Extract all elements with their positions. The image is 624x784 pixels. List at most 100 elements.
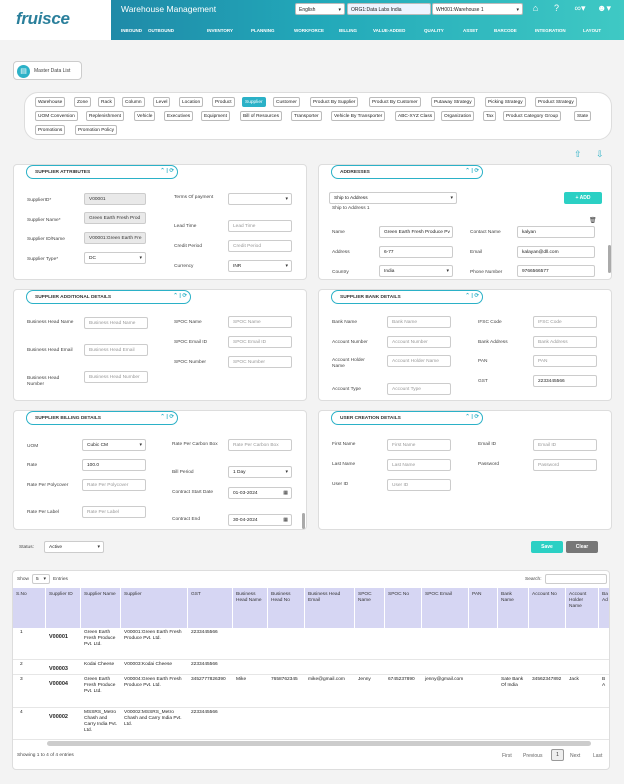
supplier-id-name-field[interactable]: V00001:Green Earth Fre bbox=[84, 232, 146, 244]
pagination-page-1[interactable]: 1 bbox=[551, 749, 564, 761]
tab-tax[interactable]: Tax bbox=[483, 111, 497, 121]
pagination-next[interactable]: Next bbox=[570, 753, 580, 759]
polycover-input[interactable]: Rate Per Polycover bbox=[82, 479, 146, 491]
bh-name-input[interactable]: Business Head Name bbox=[84, 317, 148, 329]
col-supplier-id[interactable]: Supplier ID bbox=[46, 588, 81, 628]
tab-putaway-strategy[interactable]: Putaway Strategy bbox=[431, 97, 475, 107]
terms-select[interactable]: ▾ bbox=[228, 193, 292, 205]
nav-barcode[interactable]: BARCODE bbox=[494, 28, 517, 33]
tab-level[interactable]: Level bbox=[153, 97, 171, 107]
collapse-icon[interactable]: ⌃ | ⟳ bbox=[160, 414, 174, 420]
nav-inventory[interactable]: INVENTORY bbox=[207, 28, 233, 33]
clear-button[interactable]: Clear bbox=[566, 541, 598, 553]
tab-rack[interactable]: Rack bbox=[98, 97, 115, 107]
collapse-icon[interactable]: ⌃ | ⟳ bbox=[160, 168, 174, 174]
first-name-input[interactable]: First Name bbox=[387, 439, 451, 451]
bank-address-input[interactable]: Bank Address bbox=[533, 336, 597, 348]
bh-number-input[interactable]: Business Head Number bbox=[84, 371, 148, 383]
tab-location[interactable]: Location bbox=[179, 97, 204, 107]
bill-period-select[interactable]: 1 Day ▾ bbox=[228, 466, 292, 478]
col-gst[interactable]: GST bbox=[188, 588, 233, 628]
rate-input[interactable]: 100.0 bbox=[82, 459, 146, 471]
status-select[interactable]: Active ▾ bbox=[44, 541, 104, 553]
tab-state[interactable]: State bbox=[574, 111, 592, 121]
gst-input[interactable]: 2233445566 bbox=[533, 375, 597, 387]
table-row[interactable]: 1 V00001 Green Earth Fresh Produce Pvt. … bbox=[13, 628, 609, 660]
tab-product-by-customer[interactable]: Product By Customer bbox=[369, 97, 421, 107]
address-input[interactable]: 6-77 bbox=[379, 246, 453, 258]
tab-vehicle-by-transporter[interactable]: Vehicle By Transporter bbox=[331, 111, 386, 121]
user-icon[interactable]: ☻▾ bbox=[596, 3, 612, 14]
last-name-input[interactable]: Last Name bbox=[387, 459, 451, 471]
nav-asset[interactable]: ASSET bbox=[463, 28, 478, 33]
collapse-icon[interactable]: ⌃ | ⟳ bbox=[465, 293, 479, 299]
col-account-holder[interactable]: Account Holder Name bbox=[566, 588, 599, 628]
master-data-list-button[interactable]: ▤ Master Data List bbox=[13, 61, 82, 80]
uom-select[interactable]: Cubic CM ▾ bbox=[82, 439, 146, 451]
tab-abc-xyz-class[interactable]: ABC-XYZ Class bbox=[395, 111, 436, 121]
col-sno[interactable]: S.No bbox=[13, 588, 46, 628]
tab-product[interactable]: Product bbox=[212, 97, 235, 107]
lead-time-input[interactable]: Lead Time bbox=[228, 220, 292, 232]
col-spoc-email[interactable]: SPOC Email bbox=[422, 588, 469, 628]
tab-equipment[interactable]: Equipment bbox=[201, 111, 230, 121]
table-row[interactable]: 3 V00004 Green Earth Fresh Produce Pvt. … bbox=[13, 675, 609, 708]
tab-customer[interactable]: Customer bbox=[273, 97, 300, 107]
tab-product-category-group[interactable]: Product Category Group bbox=[503, 111, 561, 121]
search-input[interactable] bbox=[545, 574, 607, 584]
contract-start-input[interactable]: 01-03-2024 ▦ bbox=[228, 487, 292, 499]
tab-vehicle[interactable]: Vehicle bbox=[134, 111, 156, 121]
pagination-last[interactable]: Last bbox=[593, 753, 602, 759]
nav-quality[interactable]: QUALITY bbox=[424, 28, 444, 33]
link-icon[interactable]: ∞▾ bbox=[572, 3, 588, 14]
account-holder-input[interactable]: Account Holder Name bbox=[387, 355, 451, 367]
help-icon[interactable]: ? bbox=[551, 3, 562, 14]
col-spoc-name[interactable]: SPOC Name bbox=[355, 588, 385, 628]
nav-outbound[interactable]: OUTBOUND bbox=[148, 28, 174, 33]
phone-input[interactable]: 9766566577 bbox=[517, 265, 595, 277]
ifsc-input[interactable]: IFSC Code bbox=[533, 316, 597, 328]
nav-inbound[interactable]: INBOUND bbox=[121, 28, 142, 33]
col-spoc-no[interactable]: SPOC No bbox=[385, 588, 422, 628]
collapse-icon[interactable]: ⌃ | ⟳ bbox=[173, 293, 187, 299]
supplier-type-select[interactable]: DC ▾ bbox=[84, 252, 146, 264]
tab-promotions[interactable]: Promotions bbox=[35, 125, 66, 135]
col-bh-name[interactable]: Business Head Name bbox=[233, 588, 268, 628]
tab-supplier[interactable]: Supplier bbox=[242, 97, 266, 107]
account-type-input[interactable]: Account Type bbox=[387, 383, 451, 395]
col-bank-name[interactable]: Bank Name bbox=[498, 588, 529, 628]
col-supplier[interactable]: Supplier bbox=[121, 588, 188, 628]
scrollbar[interactable] bbox=[302, 513, 305, 529]
carbon-box-input[interactable]: Rate Per Carbon Box bbox=[228, 439, 292, 451]
save-button[interactable]: Save bbox=[531, 541, 563, 553]
tab-bill-of-resources[interactable]: Bill of Resources bbox=[240, 111, 282, 121]
supplier-name-field[interactable]: Green Earth Fresh Prod bbox=[84, 212, 146, 224]
tab-product-by-supplier[interactable]: Product By Supplier bbox=[310, 97, 359, 107]
password-input[interactable]: Password bbox=[533, 459, 597, 471]
email-id-input[interactable]: Email ID bbox=[533, 439, 597, 451]
nav-planning[interactable]: PLANNING bbox=[251, 28, 275, 33]
spoc-number-input[interactable]: SPOC Number bbox=[228, 356, 292, 368]
spoc-name-input[interactable]: SPOC Name bbox=[228, 316, 292, 328]
pan-input[interactable]: PAN bbox=[533, 355, 597, 367]
nav-value-added[interactable]: VALUE-ADDED bbox=[373, 28, 405, 33]
per-label-input[interactable]: Rate Per Label bbox=[82, 506, 146, 518]
col-supplier-name[interactable]: Supplier Name bbox=[81, 588, 121, 628]
trash-icon[interactable]: 🗑 bbox=[589, 217, 597, 224]
bank-name-input[interactable]: Bank Name bbox=[387, 316, 451, 328]
tab-column[interactable]: Column bbox=[122, 97, 145, 107]
tab-uom-conversion[interactable]: UOM Conversion bbox=[35, 111, 78, 121]
country-select[interactable]: India ▾ bbox=[379, 265, 453, 277]
pagination-previous[interactable]: Previous bbox=[523, 753, 542, 759]
scrollbar[interactable] bbox=[608, 245, 611, 273]
spoc-email-input[interactable]: SPOC Email ID bbox=[228, 336, 292, 348]
tab-transporter[interactable]: Transporter bbox=[291, 111, 322, 121]
tab-picking-strategy[interactable]: Picking Strategy bbox=[485, 97, 526, 107]
org-select[interactable]: ORG1:Data Labs India bbox=[347, 3, 431, 15]
add-address-button[interactable]: + ADD bbox=[564, 192, 602, 204]
nav-layout[interactable]: LAYOUT bbox=[583, 28, 601, 33]
col-bh-no[interactable]: Business Head No bbox=[268, 588, 305, 628]
pagination-first[interactable]: First bbox=[502, 753, 512, 759]
supplier-id-field[interactable]: V00001 bbox=[84, 193, 146, 205]
contract-end-input[interactable]: 30-04-2024 ▦ bbox=[228, 514, 292, 526]
